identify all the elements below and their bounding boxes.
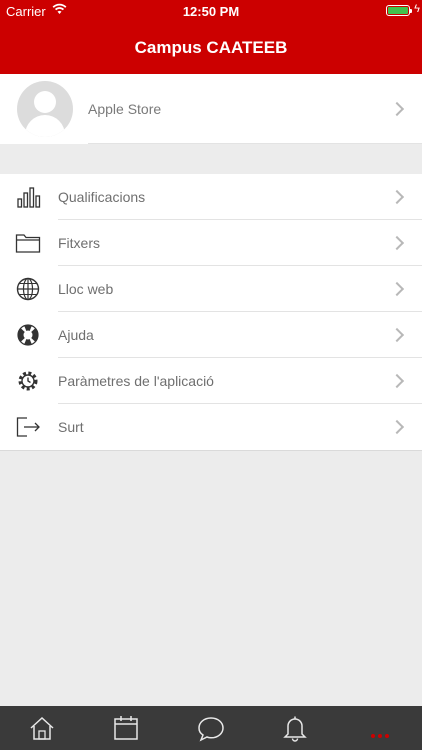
- menu-item-label: Surt: [58, 419, 84, 435]
- chevron-right-icon: [389, 327, 405, 343]
- tab-notifications[interactable]: [281, 714, 309, 742]
- menu-list: Qualificacions Fitxers Lloc web Ajuda Pa…: [0, 174, 422, 451]
- menu-item-label: Ajuda: [58, 327, 94, 343]
- status-bar: Carrier 12:50 PM ϟ: [0, 0, 422, 22]
- menu-item-surt[interactable]: Surt: [0, 404, 422, 450]
- messages-icon: [198, 717, 224, 742]
- more-icon: [371, 734, 389, 738]
- logout-icon: [16, 417, 40, 437]
- battery-icon: [386, 5, 412, 16]
- folder-icon: [15, 234, 41, 253]
- chevron-right-icon: [389, 101, 405, 117]
- menu-item-qualificacions[interactable]: Qualificacions: [0, 174, 422, 220]
- notifications-icon: [283, 716, 307, 742]
- menu-item-fitxers[interactable]: Fitxers: [0, 220, 422, 266]
- menu-item-label: Paràmetres de l'aplicació: [58, 373, 214, 389]
- calendar-icon: [114, 716, 138, 740]
- avatar: [17, 81, 73, 137]
- menu-item-ajuda[interactable]: Ajuda: [0, 312, 422, 358]
- settings-icon: [18, 371, 38, 391]
- tab-home[interactable]: [28, 714, 56, 742]
- user-name: Apple Store: [88, 101, 162, 117]
- divider: [88, 143, 422, 144]
- menu-item-label: Fitxers: [58, 235, 100, 251]
- chevron-right-icon: [389, 281, 405, 297]
- app-header: Carrier 12:50 PM ϟ Campus CAATEEB: [0, 0, 422, 74]
- page-title: Campus CAATEEB: [134, 38, 288, 57]
- bar-chart-icon: [17, 187, 41, 208]
- tab-calendar[interactable]: [112, 714, 140, 742]
- user-profile-row[interactable]: Apple Store: [0, 74, 422, 144]
- menu-item-parametres[interactable]: Paràmetres de l'aplicació: [0, 358, 422, 404]
- chevron-right-icon: [389, 235, 405, 251]
- menu-item-label: Qualificacions: [58, 189, 146, 205]
- tab-more[interactable]: [366, 714, 394, 742]
- globe-icon: [16, 277, 40, 301]
- menu-item-lloc-web[interactable]: Lloc web: [0, 266, 422, 312]
- chevron-right-icon: [389, 373, 405, 389]
- chevron-right-icon: [389, 419, 405, 435]
- status-time: 12:50 PM: [182, 4, 240, 19]
- tab-messages[interactable]: [197, 714, 225, 742]
- tab-bar: [0, 706, 422, 750]
- charging-icon: ϟ: [414, 3, 420, 15]
- menu-item-label: Lloc web: [58, 281, 114, 297]
- chevron-right-icon: [389, 189, 405, 205]
- lifebuoy-icon: [17, 324, 39, 346]
- home-icon: [30, 716, 54, 740]
